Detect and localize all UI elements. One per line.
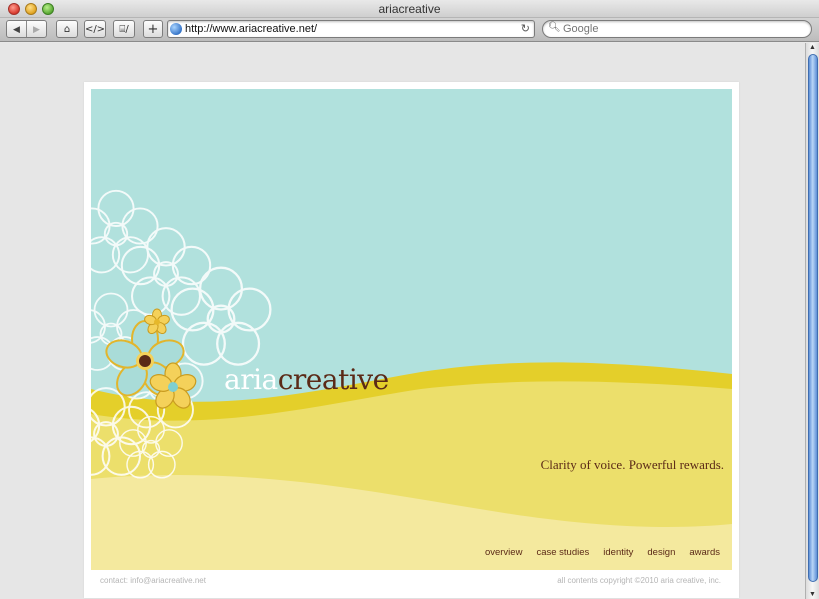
window-title: ariacreative [378, 2, 441, 16]
nav-awards[interactable]: awards [689, 547, 720, 558]
search-field[interactable]: 🔍︎ [542, 20, 812, 38]
reload-icon[interactable]: ↻ [521, 22, 530, 35]
snippet-icon: ⌸/ [119, 23, 129, 35]
hero-banner: ariacreative Clarity of voice. Powerful … [91, 89, 732, 570]
logo-creative: creative [277, 363, 389, 396]
address-url: http://www.ariacreative.net/ [185, 23, 318, 35]
snippet-button[interactable]: ⌸/ [113, 20, 135, 38]
scroll-thumb[interactable] [808, 54, 818, 582]
globe-icon [170, 23, 182, 35]
browser-toolbar: ◀ ▶ ⌂ </> ⌸/ + http://www.ariacreative.n… [0, 18, 819, 42]
nav-case-studies[interactable]: case studies [536, 547, 589, 558]
search-icon: 🔍︎ [548, 22, 561, 33]
code-icon: </> [84, 23, 106, 35]
plus-icon: + [147, 21, 159, 37]
home-icon: ⌂ [63, 23, 71, 35]
site-card: ariacreative Clarity of voice. Powerful … [84, 82, 739, 598]
nav-design[interactable]: design [647, 547, 675, 558]
tagline: Clarity of voice. Powerful rewards. [540, 457, 724, 472]
contact-link[interactable]: contact: info@ariacreative.net [100, 576, 206, 585]
nav-overview[interactable]: overview [485, 547, 523, 558]
copyright-text: all contents copyright ©2010 aria creati… [557, 576, 721, 585]
page-viewport: ariacreative Clarity of voice. Powerful … [0, 43, 805, 599]
site-logo[interactable]: ariacreative [224, 363, 389, 396]
back-forward-group: ◀ ▶ [6, 20, 47, 38]
vertical-scrollbar[interactable]: ▲ ▼ [805, 43, 819, 599]
add-bookmark-button[interactable]: + [143, 20, 163, 38]
view-source-button[interactable]: </> [84, 20, 106, 38]
scroll-up-icon[interactable]: ▲ [809, 44, 816, 51]
scroll-down-icon[interactable]: ▼ [809, 591, 816, 598]
hero-illustration [91, 189, 732, 570]
address-bar[interactable]: http://www.ariacreative.net/ ↻ [167, 20, 535, 38]
search-input[interactable] [563, 22, 803, 36]
window-titlebar: ariacreative [0, 0, 819, 18]
back-button[interactable]: ◀ [7, 21, 26, 37]
logo-aria: aria [224, 363, 278, 396]
nav-identity[interactable]: identity [603, 547, 633, 558]
home-button[interactable]: ⌂ [56, 20, 78, 38]
forward-button[interactable]: ▶ [26, 21, 46, 37]
site-nav: overview case studies identity design aw… [485, 547, 720, 558]
